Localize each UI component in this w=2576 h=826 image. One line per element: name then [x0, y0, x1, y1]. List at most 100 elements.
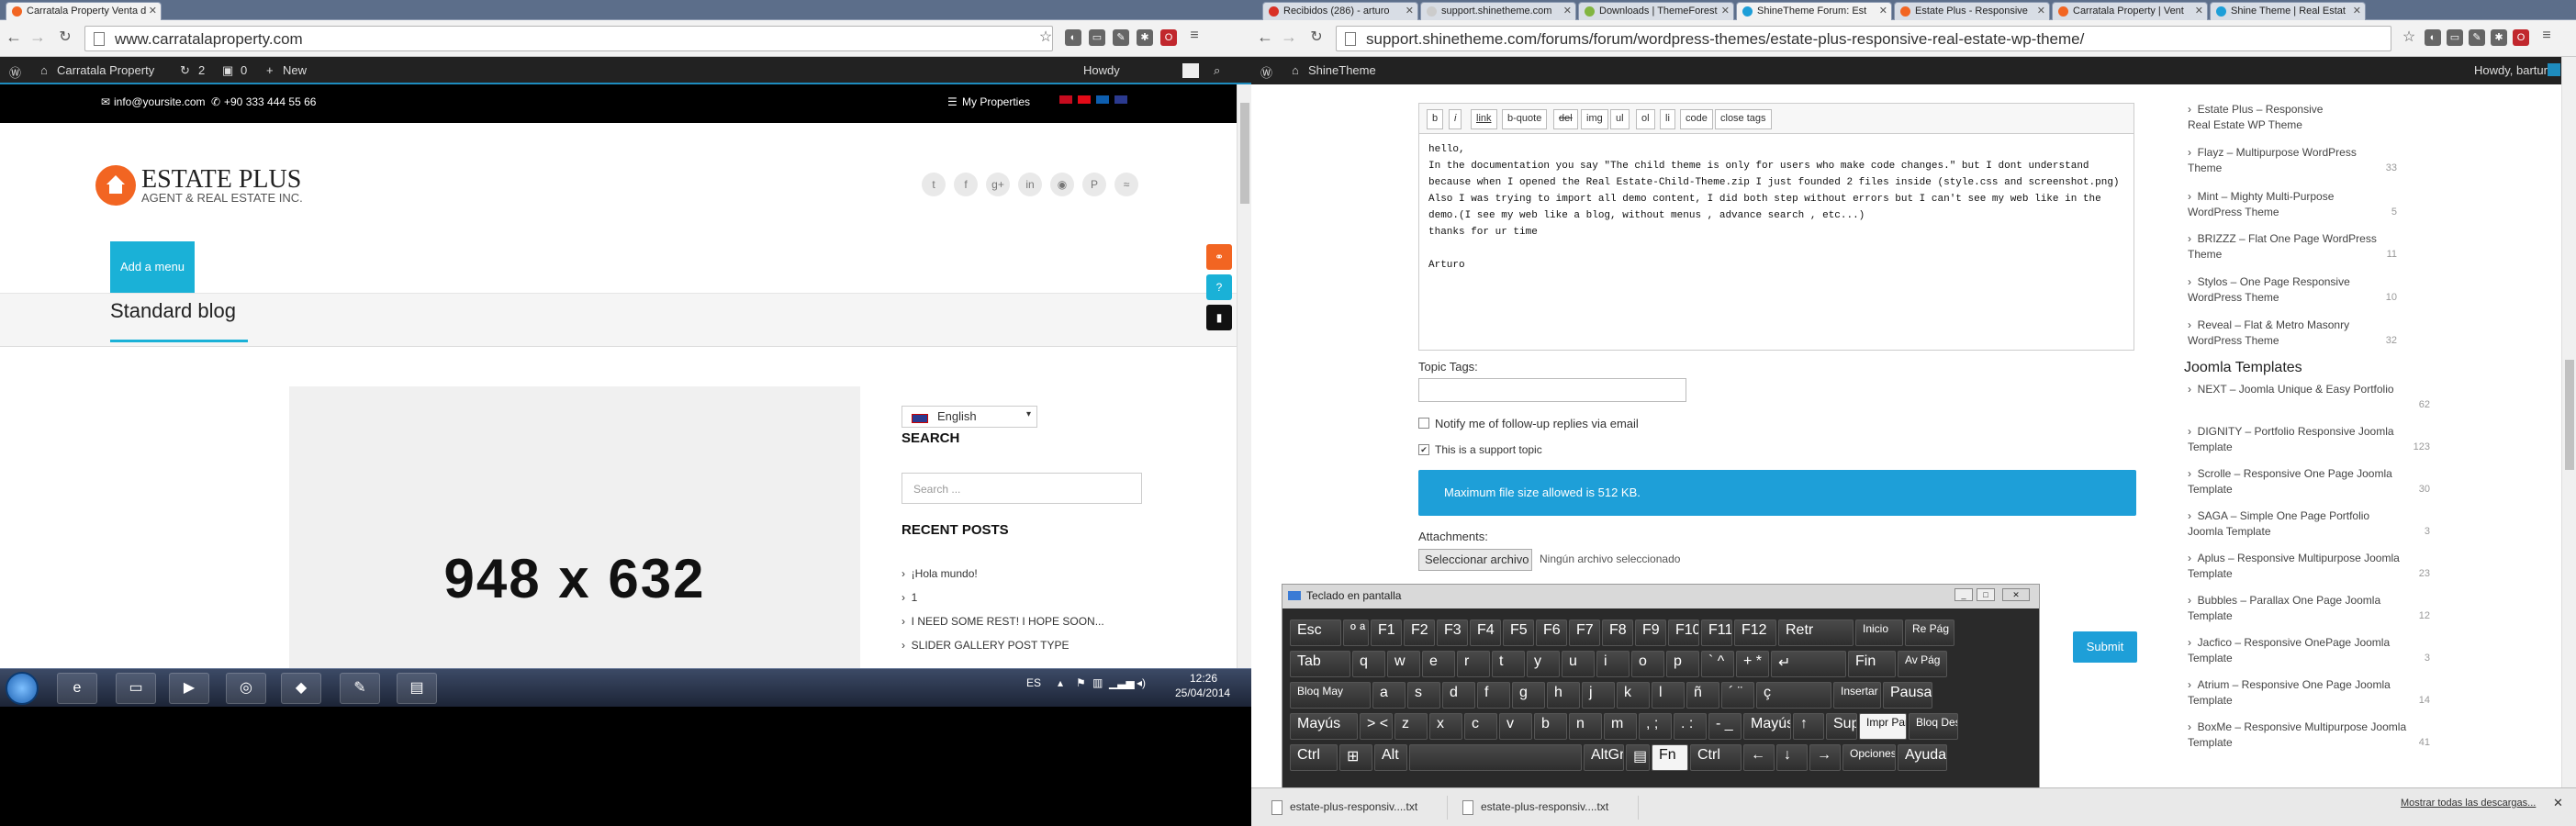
key-→[interactable]: →	[1809, 744, 1841, 771]
right-scrollbar[interactable]	[2561, 57, 2576, 803]
italic-button[interactable]: i	[1449, 109, 1462, 129]
star-icon[interactable]: ☆	[1036, 28, 1056, 46]
key-a[interactable]: a	[1372, 682, 1406, 709]
internet-explorer-icon[interactable]: e	[57, 673, 97, 704]
flag-tray-icon[interactable]: ⚑	[1076, 676, 1086, 689]
close-tab-icon[interactable]: ✕	[1563, 5, 1572, 17]
key-f2[interactable]: F2	[1404, 620, 1435, 646]
my-properties-link[interactable]: My Properties	[962, 95, 1030, 108]
key-opciones[interactable]: Opciones	[1842, 744, 1896, 771]
key-o[interactable]: o	[1631, 651, 1664, 677]
sidebar-item-title[interactable]: Aplus – Responsive Multipurpose Joomla T…	[2188, 552, 2400, 580]
key-t[interactable]: t	[1492, 651, 1525, 677]
key-▤[interactable]: ▤	[1626, 744, 1650, 771]
support-topic-checkbox[interactable]: ✔	[1418, 444, 1429, 455]
tab-carratala[interactable]: Carratala Property | Vent ✕	[2052, 2, 2208, 20]
key-f4[interactable]: F4	[1470, 620, 1501, 646]
recent-post-link[interactable]: › SLIDER GALLERY POST TYPE	[902, 639, 1070, 652]
extension-icon[interactable]: ✱	[2491, 29, 2507, 46]
key---_[interactable]: - _	[1708, 713, 1742, 740]
opera-extension-icon[interactable]: O	[1160, 29, 1177, 46]
key-.-:[interactable]: . :	[1674, 713, 1707, 740]
sidebar-item[interactable]: › Aplus – Responsive Multipurpose Joomla…	[2188, 551, 2430, 582]
sidebar-item-title[interactable]: Bubbles – Parallax One Page Joomla Templ…	[2188, 594, 2380, 622]
search-input[interactable]: Search ...	[902, 473, 1142, 504]
key-c[interactable]: c	[1464, 713, 1497, 740]
key-←[interactable]: ←	[1743, 744, 1775, 771]
volume-icon[interactable]: ◂)	[1137, 676, 1146, 689]
recent-post-link[interactable]: › I NEED SOME REST! I HOPE SOON...	[902, 615, 1104, 628]
tab-support[interactable]: support.shinetheme.com ✕	[1420, 2, 1576, 20]
rss-icon[interactable]: ≈	[1114, 173, 1138, 196]
sidebar-item-title[interactable]: NEXT – Joomla Unique & Easy Portfolio	[2198, 383, 2394, 396]
key-fin[interactable]: Fin	[1848, 651, 1896, 677]
download-item[interactable]: estate-plus-responsiv....txt	[1264, 796, 1448, 820]
tab-estate-plus[interactable]: Estate Plus - Responsive ✕	[1894, 2, 2050, 20]
extension-icon[interactable]: ✎	[1113, 29, 1129, 46]
featured-image-placeholder[interactable]: 948 x 632	[289, 386, 860, 672]
key-´-¨[interactable]: ´ ¨	[1721, 682, 1754, 709]
language-indicator[interactable]: ES	[1026, 676, 1041, 689]
sidebar-item[interactable]: › Reveal – Flat & Metro Masonry WordPres…	[2188, 318, 2397, 349]
updates-count[interactable]: 2	[198, 63, 205, 77]
menu-icon[interactable]: ≡	[1184, 28, 1204, 44]
key-f5[interactable]: F5	[1503, 620, 1534, 646]
sidebar-item[interactable]: › NEXT – Joomla Unique & Easy Portfolio 6…	[2188, 382, 2430, 410]
sidebar-item[interactable]: › Atrium – Responsive One Page Joomla Te…	[2188, 677, 2430, 709]
key-retr[interactable]: Retr	[1778, 620, 1854, 646]
osk-title-bar[interactable]: Teclado en pantalla _ □ ✕	[1282, 585, 2039, 608]
key-↓[interactable]: ↓	[1776, 744, 1808, 771]
key-ñ[interactable]: ñ	[1686, 682, 1719, 709]
tab-shine-theme[interactable]: Shine Theme | Real Estat ✕	[2210, 2, 2366, 20]
facebook-icon[interactable]: f	[954, 173, 978, 196]
show-all-downloads-link[interactable]: Mostrar todas las descargas...	[2401, 798, 2536, 809]
site-name-link[interactable]: Carratala Property	[57, 63, 154, 77]
key-supr[interactable]: Supr	[1826, 713, 1857, 740]
forward-icon[interactable]: →	[1279, 28, 1299, 47]
scrollbar-thumb[interactable]	[1240, 103, 1249, 204]
key-↑[interactable]: ↑	[1793, 713, 1824, 740]
ol-button[interactable]: ol	[1636, 109, 1655, 129]
sidebar-item-title[interactable]: Reveal – Flat & Metro Masonry WordPress …	[2188, 318, 2349, 347]
key-+-*[interactable]: + *	[1736, 651, 1769, 677]
key-e[interactable]: e	[1422, 651, 1455, 677]
language-select[interactable]: English ▾	[902, 406, 1037, 428]
sidebar-item-title[interactable]: Estate Plus – Responsive Real Estate WP …	[2188, 103, 2323, 131]
key-n[interactable]: n	[1569, 713, 1602, 740]
key-↵[interactable]: ↵	[1771, 651, 1846, 677]
key-ayuda[interactable]: Ayuda	[1898, 744, 1947, 771]
new-link[interactable]: New	[283, 63, 307, 77]
media-player-icon[interactable]: ▶	[169, 673, 209, 704]
address-bar[interactable]: support.shinetheme.com/forums/forum/word…	[1336, 26, 2391, 51]
remote-desktop-icon[interactable]: ▤	[397, 673, 437, 704]
key-f8[interactable]: F8	[1602, 620, 1633, 646]
key-b[interactable]: b	[1534, 713, 1567, 740]
close-tab-icon[interactable]: ✕	[2353, 5, 2361, 17]
key-j[interactable]: j	[1582, 682, 1615, 709]
submit-button[interactable]: Submit	[2073, 631, 2137, 663]
extension-icon[interactable]: ✎	[2469, 29, 2485, 46]
sidebar-item-title[interactable]: Jacfico – Responsive OnePage Joomla Temp…	[2188, 636, 2390, 664]
key-y[interactable]: y	[1527, 651, 1560, 677]
sidebar-item-title[interactable]: Scrolle – Responsive One Page Joomla Tem…	[2188, 467, 2392, 496]
share-icon[interactable]: ⚭	[1206, 244, 1232, 270]
sidebar-item-title[interactable]: SAGA – Simple One Page Portfolio Joomla …	[2188, 509, 2369, 538]
sidebar-item[interactable]: › SAGA – Simple One Page Portfolio Jooml…	[2188, 508, 2430, 540]
key-d[interactable]: d	[1442, 682, 1475, 709]
code-button[interactable]: code	[1680, 109, 1713, 129]
sidebar-item-title[interactable]: Flayz – Multipurpose WordPress Theme	[2188, 146, 2357, 174]
wordpress-icon[interactable]: Ⓦ	[1260, 63, 1272, 81]
close-tab-icon[interactable]: ✕	[2195, 5, 2203, 17]
link-button[interactable]: link	[1471, 109, 1497, 129]
notepad-icon[interactable]: ✎	[340, 673, 380, 704]
star-icon[interactable]: ☆	[2399, 28, 2419, 46]
explorer-folder-icon[interactable]: ▭	[116, 673, 156, 704]
howdy-text[interactable]: Howdy	[1083, 63, 1120, 77]
chrome-icon[interactable]: ◎	[226, 673, 266, 704]
key-re-pág[interactable]: Re Pág	[1905, 620, 1954, 646]
extension-icon[interactable]: ◐	[1065, 29, 1081, 46]
avatar[interactable]	[2548, 63, 2560, 76]
key-f7[interactable]: F7	[1569, 620, 1600, 646]
howdy-text[interactable]: Howdy, barturo	[2474, 63, 2554, 77]
download-filename[interactable]: estate-plus-responsiv....txt	[1481, 800, 1608, 813]
